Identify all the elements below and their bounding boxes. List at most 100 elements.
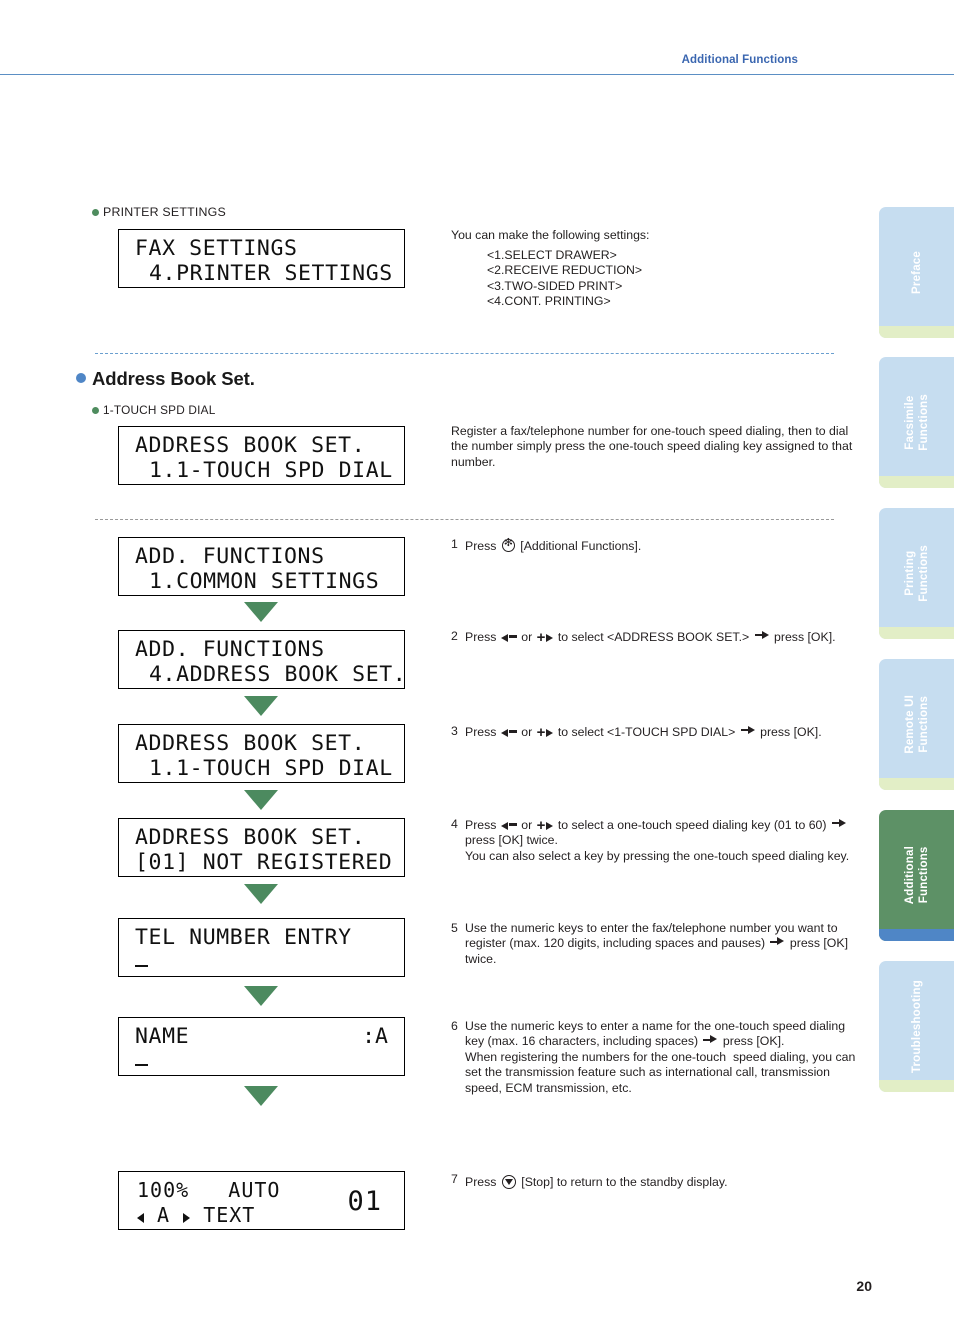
- step-number: 5: [451, 921, 458, 935]
- standby-quality: TEXT: [203, 1203, 256, 1227]
- header-divider: [0, 74, 954, 75]
- instruction-step-1: 1 Press ✻ [Additional Functions].: [451, 537, 863, 554]
- step-text: Use the numeric keys to enter the fax/te…: [465, 921, 848, 966]
- instruction-step-3: 3 Press or + to select <1-TOUCH SPD DIAL…: [451, 724, 863, 740]
- side-tab-label: Printing Functions: [903, 545, 930, 602]
- step-text: Press or + to select <1-TOUCH SPD DIAL> …: [465, 724, 822, 741]
- step-text: Press or + to select a one-touch speed d…: [465, 817, 850, 863]
- text-cursor-icon: [135, 965, 148, 967]
- lcd-flow-step-6: NAME :A: [118, 1017, 405, 1076]
- lcd-line-2: 4.PRINTER SETTINGS: [149, 261, 393, 286]
- step-number: 6: [451, 1019, 458, 1033]
- lcd-flow-step-2: ADD. FUNCTIONS 4.ADDRESS BOOK SET.: [118, 630, 405, 689]
- arrow-left-icon: [137, 1213, 144, 1223]
- stop-icon: [501, 1175, 516, 1189]
- side-tab-label: Facsimile Functions: [903, 394, 930, 451]
- section-divider-blue: [95, 353, 834, 354]
- side-tab-label: Preface: [910, 251, 923, 294]
- minus-left-key-icon: [500, 818, 517, 833]
- lcd-address-book-set: ADDRESS BOOK SET. 1.1-TOUCH SPD DIAL: [118, 426, 405, 485]
- standby-exposure: A: [157, 1203, 171, 1227]
- lcd-line-2: 1.1-TOUCH SPD DIAL: [149, 756, 393, 781]
- flow-arrow-icon: [244, 696, 278, 716]
- lcd-line-1: ADDRESS BOOK SET.: [135, 825, 366, 850]
- side-tab-troubleshooting[interactable]: Troubleshooting: [879, 961, 954, 1092]
- standby-zoom: 100%: [137, 1178, 190, 1202]
- lcd-flow-step-5: TEL NUMBER ENTRY: [118, 918, 405, 977]
- lcd-line-1: FAX SETTINGS: [135, 236, 298, 261]
- step-number: 4: [451, 817, 458, 831]
- side-tab-printing-functions[interactable]: Printing Functions: [879, 508, 954, 639]
- lcd-line-2: [01] NOT REGISTERED: [135, 850, 393, 875]
- arrow-right-icon: [183, 1213, 191, 1223]
- lcd-input-mode: :A: [362, 1024, 388, 1049]
- side-tab-preface[interactable]: Preface: [879, 207, 954, 338]
- lcd-line-2: 1.COMMON SETTINGS: [149, 569, 380, 594]
- lcd-flow-step-3: ADDRESS BOOK SET. 1.1-TOUCH SPD DIAL: [118, 724, 405, 783]
- step-text: Use the numeric keys to enter a name for…: [465, 1019, 856, 1095]
- lcd-printer-settings: FAX SETTINGS 4.PRINTER SETTINGS: [118, 229, 405, 288]
- side-tab-label: Troubleshooting: [910, 979, 923, 1074]
- plus-right-key-icon: +: [537, 629, 554, 645]
- step-number: 1: [451, 537, 458, 551]
- side-tab-label: Remote UI Functions: [903, 695, 930, 754]
- tab-label-wrap: Remote UI Functions: [879, 659, 954, 790]
- standby-count: 01: [347, 1186, 382, 1217]
- additional-functions-icon: ✻: [501, 537, 515, 552]
- instruction-step-6: 6 Use the numeric keys to enter a name f…: [451, 1019, 863, 1096]
- lcd-standby-row-2: A TEXT: [137, 1203, 255, 1227]
- lcd-flow-step-4: ADDRESS BOOK SET. [01] NOT REGISTERED: [118, 818, 405, 877]
- tab-label-wrap: Printing Functions: [879, 508, 954, 639]
- lcd-line-1: NAME: [135, 1024, 190, 1049]
- printer-settings-label: PRINTER SETTINGS: [92, 205, 226, 219]
- step-number: 7: [451, 1172, 458, 1186]
- side-tab-label: Additional Functions: [903, 846, 930, 905]
- document-page: Additional Functions PRINTER SETTINGS FA…: [0, 0, 954, 1339]
- instruction-step-7: 7 Press [Stop] to return to the standby …: [451, 1172, 863, 1190]
- instruction-step-2: 2 Press or + to select <ADDRESS BOOK SET…: [451, 629, 863, 645]
- arrow-then-icon: [831, 818, 846, 828]
- printer-option: <2.RECEIVE REDUCTION>: [487, 263, 643, 278]
- flow-arrow-icon: [244, 790, 278, 810]
- text-cursor-icon: [135, 1064, 148, 1066]
- lcd-standby-row-1: 100% AUTO: [137, 1178, 280, 1202]
- side-tab-additional-functions[interactable]: Additional Functions: [879, 810, 954, 941]
- green-bullet-icon: [92, 209, 99, 217]
- plus-right-key-icon: +: [537, 817, 554, 833]
- step-text: Press or + to select <ADDRESS BOOK SET.>…: [465, 629, 836, 646]
- lcd-standby-display: 100% AUTO A TEXT 01: [118, 1171, 405, 1230]
- lcd-line-1: ADDRESS BOOK SET.: [135, 731, 366, 756]
- tab-label-wrap: Preface: [879, 207, 954, 338]
- flow-arrow-icon: [244, 602, 278, 622]
- flow-arrow-icon: [244, 1086, 278, 1106]
- page-number: 20: [856, 1278, 872, 1294]
- lcd-line-1: ADD. FUNCTIONS: [135, 637, 325, 662]
- arrow-then-icon: [740, 725, 755, 735]
- green-bullet-icon: [92, 407, 99, 415]
- standby-mode: AUTO: [228, 1178, 281, 1202]
- lcd-line-1: ADDRESS BOOK SET.: [135, 433, 366, 458]
- step-text: Press ✻ [Additional Functions].: [465, 537, 642, 553]
- section-divider-gray: [95, 519, 834, 520]
- lcd-line-1: ADD. FUNCTIONS: [135, 544, 325, 569]
- tab-label-wrap: Additional Functions: [879, 810, 954, 941]
- lcd-line-2: 4.ADDRESS BOOK SET.: [149, 662, 405, 687]
- flow-arrow-icon: [244, 986, 278, 1006]
- instruction-step-4: 4 Press or + to select a one-touch speed…: [451, 817, 863, 864]
- instruction-step-5: 5 Use the numeric keys to enter the fax/…: [451, 921, 863, 967]
- printer-option: <1.SELECT DRAWER>: [487, 248, 617, 262]
- printer-settings-intro: You can make the following settings:: [451, 228, 650, 242]
- lcd-line-2: 1.1-TOUCH SPD DIAL: [149, 458, 393, 483]
- page-header-title: Additional Functions: [681, 54, 798, 66]
- side-tab-facsimile-functions[interactable]: Facsimile Functions: [879, 357, 954, 488]
- printer-option: <3.TWO-SIDED PRINT>: [487, 278, 623, 293]
- arrow-then-icon: [770, 936, 785, 946]
- tab-label-wrap: Troubleshooting: [879, 961, 954, 1092]
- section-heading-address-book: Address Book Set.: [76, 368, 255, 390]
- minus-left-key-icon: [500, 630, 517, 645]
- side-tab-remote-ui-functions[interactable]: Remote UI Functions: [879, 659, 954, 790]
- address-book-description: Register a fax/telephone number for one-…: [451, 424, 853, 469]
- minus-left-key-icon: [500, 725, 517, 740]
- plus-right-key-icon: +: [537, 724, 554, 740]
- step-number: 3: [451, 724, 458, 738]
